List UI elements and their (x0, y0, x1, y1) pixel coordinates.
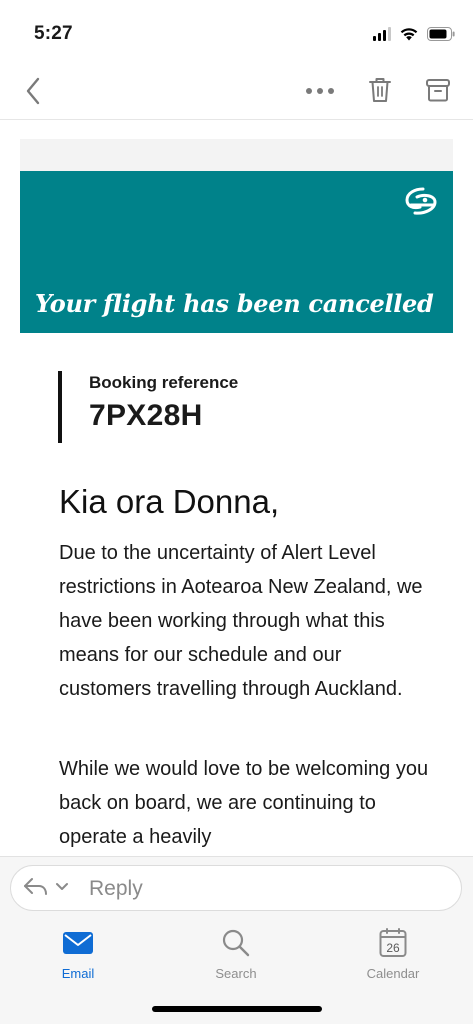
calendar-day: 26 (386, 941, 400, 955)
chevron-down-icon (56, 883, 68, 890)
reply-input[interactable] (89, 875, 449, 903)
more-horizontal-icon (306, 88, 334, 94)
cellular-signal-icon (373, 26, 391, 41)
booking-reference-label: Booking reference (89, 373, 239, 392)
email-preheader-strip (20, 139, 453, 171)
tab-search[interactable]: Search (181, 926, 291, 981)
tab-email-label: Email (61, 966, 95, 981)
email-greeting: Kia ora Donna, (59, 483, 280, 520)
status-time: 5:27 (34, 23, 73, 44)
reply-options-button[interactable] (23, 876, 69, 898)
status-icons (373, 26, 455, 41)
wifi-icon (400, 28, 418, 41)
tab-calendar[interactable]: 26 Calendar (338, 926, 448, 981)
status-bar: 5:27 (0, 0, 473, 60)
reply-bar (0, 856, 473, 916)
email-toolbar (0, 60, 473, 120)
tab-email[interactable]: Email (23, 926, 133, 981)
search-icon (222, 929, 250, 957)
home-indicator[interactable] (152, 1006, 322, 1012)
tab-search-label: Search (215, 966, 257, 981)
archive-icon (426, 79, 450, 102)
more-options-button[interactable] (300, 74, 340, 108)
reply-box[interactable] (10, 865, 462, 911)
chevron-left-icon (26, 77, 40, 105)
booking-reference-block: Booking reference 7PX28H (58, 371, 238, 443)
email-body[interactable]: Your flight has been cancelled Booking r… (0, 121, 473, 856)
battery-icon (427, 26, 455, 41)
delete-button[interactable] (362, 72, 398, 108)
calendar-icon: 26 (379, 928, 407, 957)
koru-logo (405, 187, 437, 215)
tab-calendar-label: Calendar (366, 966, 420, 981)
reply-icon (24, 878, 47, 895)
archive-button[interactable] (420, 72, 456, 108)
back-button[interactable] (18, 74, 48, 108)
email-paragraph: Due to the uncertainty of Alert Level re… (59, 542, 423, 700)
email-paragraph: While we would love to be welcoming you … (59, 758, 429, 848)
hero-title: Your flight has been cancelled (35, 289, 434, 318)
booking-reference-code: 7PX28H (89, 399, 203, 432)
trash-icon (369, 78, 391, 102)
mail-icon (63, 932, 93, 954)
hero-banner: Your flight has been cancelled (20, 171, 453, 333)
